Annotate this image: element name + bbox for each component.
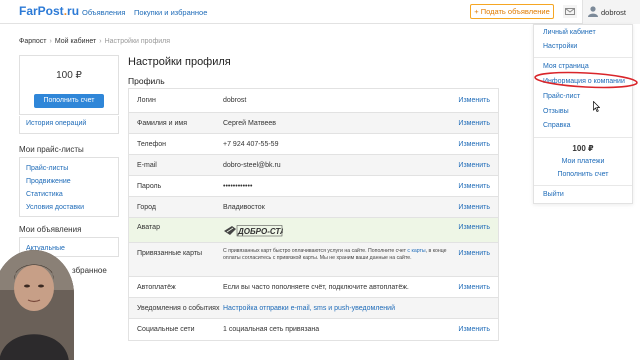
row-cards: Привязанные карты С привязанных карт быс… [129,243,498,277]
edit-email-link[interactable]: Изменить [458,162,490,169]
menu-item-reviews[interactable]: Отзывы [543,108,569,115]
username-label: dobrost [601,8,627,17]
row-value: Владивосток [223,204,265,211]
row-autopay: Автоплатёж Если вы часто пополняете счёт… [129,277,498,298]
edit-avatar-link[interactable]: Изменить [458,224,490,231]
farpost-logo[interactable]: FarPost.ru [19,4,79,18]
row-label: Аватар [137,224,160,231]
row-label: Социальные сети [137,326,195,333]
edit-login-link[interactable]: Изменить [458,97,490,104]
topup-button[interactable]: Пополнить счет [34,94,104,108]
menu-item-pricelist[interactable]: Прайс-лист [543,93,580,100]
pricelists-menu: Прайс-листы Продвижение Статистика Услов… [19,157,119,217]
my-ads-title: Мои объявления [19,225,82,234]
row-label: Логин [137,97,156,104]
topup-card-link[interactable]: с карты [407,248,425,254]
row-password: Пароль •••••••••••• Изменить [129,176,498,197]
row-label: E-mail [137,162,157,169]
breadcrumb-farpost[interactable]: Фарпост [19,38,47,45]
row-label: Автоплатёж [137,284,176,291]
edit-city-link[interactable]: Изменить [458,204,490,211]
edit-name-link[interactable]: Изменить [458,120,490,127]
row-notifications: Уведомления о событиях Настройка отправк… [129,298,498,319]
row-label: Привязанные карты [137,250,203,257]
menu-divider [534,57,632,58]
sidebar-item-pricelists[interactable]: Прайс-листы [26,162,112,175]
row-label: Город [137,204,156,211]
row-value: Если вы часто пополняете счёт, подключит… [223,284,409,291]
edit-autopay-link[interactable]: Изменить [458,284,490,291]
favorites-title-partial: збранное [72,266,107,275]
sidebar-item-promotion[interactable]: Продвижение [26,175,112,188]
menu-item-my-page[interactable]: Моя страница [543,63,589,70]
pricelists-title: Мои прайс-листы [19,145,84,154]
breadcrumb: Фарпост › Мой кабинет › Настройки профиля [19,38,170,45]
section-title: Профиль [128,76,165,86]
post-ad-button[interactable]: + Подать объявление [470,4,554,19]
menu-item-cabinet[interactable]: Личный кабинет [543,29,596,36]
company-logo-image: ДОБРО-СТАЛЬ [224,225,283,237]
balance-box: 100 ₽ Пополнить счет [19,55,119,115]
row-social: Социальные сети 1 социальная сеть привяз… [129,319,498,340]
menu-balance: 100 ₽ [572,144,594,153]
nav-purchases-link[interactable]: Покупки и избранное [134,8,207,17]
company-logo-text: ДОБРО-СТАЛЬ [237,227,283,236]
top-header: FarPost.ru Объявления Покупки и избранно… [0,0,640,24]
menu-item-logout[interactable]: Выйти [543,191,564,198]
menu-item-settings[interactable]: Настройки [543,43,577,50]
edit-cards-link[interactable]: Изменить [458,250,490,257]
row-value: dobro-steel@bk.ru [223,162,281,169]
nav-ads-link[interactable]: Объявления [82,8,125,17]
highlight-ellipse [534,71,638,89]
row-value: Сергей Матвеев [223,120,276,127]
cards-note: С привязанных карт быстро оплачиваются у… [223,248,447,261]
row-city: Город Владивосток Изменить [129,197,498,218]
menu-item-payments[interactable]: Мои платежи [534,158,632,165]
menu-divider [534,137,632,138]
breadcrumb-current: Настройки профиля [104,38,170,45]
menu-item-topup[interactable]: Пополнить счет [534,171,632,178]
history-link[interactable]: История операций [26,120,86,127]
edit-social-link[interactable]: Изменить [458,326,490,333]
row-name: Фамилия и имя Сергей Матвеев Изменить [129,113,498,134]
breadcrumb-cabinet[interactable]: Мой кабинет [55,38,96,45]
user-dropdown-menu: Личный кабинет Настройки Моя страница Ин… [533,24,633,204]
row-value: dobrost [223,97,247,104]
mail-icon[interactable] [563,5,577,18]
row-label: Пароль [137,183,162,190]
row-value: 1 социальная сеть привязана [223,326,320,333]
menu-item-help[interactable]: Справка [543,122,570,129]
row-email: E-mail dobro-steel@bk.ru Изменить [129,155,498,176]
balance-amount: 100 ₽ [56,70,82,81]
sidebar-item-statistics[interactable]: Статистика [26,188,112,201]
row-label: Телефон [137,141,167,148]
page-title: Настройки профиля [128,56,231,68]
edit-phone-link[interactable]: Изменить [458,141,490,148]
webcam-overlay [0,250,74,360]
history-box: История операций [19,116,119,134]
row-label: Уведомления о событиях [137,305,220,312]
profile-table: Логин dobrost Изменить Фамилия и имя Сер… [128,88,499,341]
mouse-cursor-icon [593,101,600,112]
user-icon [588,6,598,17]
menu-divider [534,185,632,186]
row-login: Логин dobrost Изменить [129,89,498,113]
sidebar-item-delivery[interactable]: Условия доставки [26,201,112,214]
row-avatar: Аватар ДОБРО-СТАЛЬ Изменить [129,218,498,243]
notifications-settings-link[interactable]: Настройка отправки e-mail, sms и push-ув… [223,305,395,312]
row-value: •••••••••••• [223,183,253,190]
row-label: Фамилия и имя [137,120,188,127]
row-phone: Телефон +7 924 407-55-59 Изменить [129,134,498,155]
user-menu-button[interactable]: dobrost [582,0,640,24]
edit-password-link[interactable]: Изменить [458,183,490,190]
row-value: +7 924 407-55-59 [223,141,279,148]
